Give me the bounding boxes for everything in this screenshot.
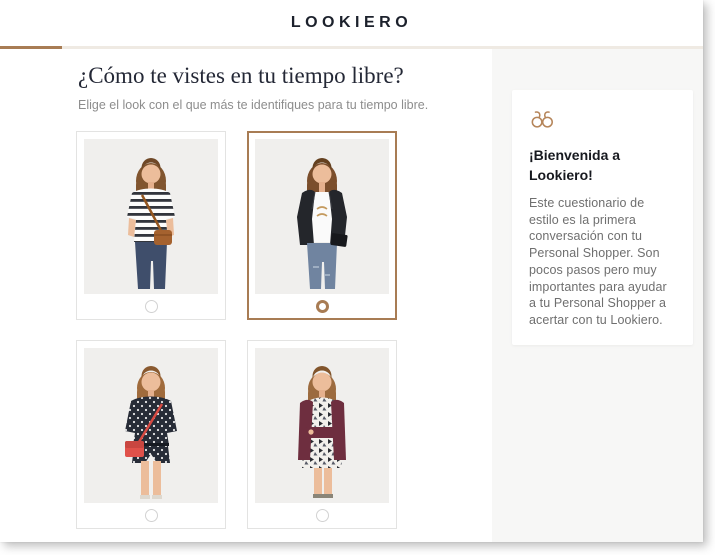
- look-photo-polka-romper: [84, 348, 218, 503]
- radio-row: [315, 294, 329, 318]
- page-subtitle: Elige el look con el que más te identifi…: [78, 98, 429, 112]
- page-title: ¿Cómo te vistes en tu tiempo libre?: [78, 63, 404, 88]
- radio-option-1[interactable]: [144, 300, 158, 313]
- look-photo-striped-tee: [84, 139, 218, 294]
- lookiero-logo: LOOKIERO: [290, 14, 413, 31]
- radio-row: [315, 503, 329, 528]
- look-option-burgundy-cardigan[interactable]: [247, 340, 397, 529]
- info-sidebar: ¡Bienvenida a Lookiero! Este cuestionari…: [492, 49, 703, 542]
- look-photo-burgundy-cardigan: [255, 348, 389, 503]
- radio-option-2-selected[interactable]: [315, 299, 329, 313]
- radio-option-3[interactable]: [144, 509, 158, 522]
- header: LOOKIERO: [0, 0, 703, 46]
- look-option-leather-jacket[interactable]: [247, 131, 397, 320]
- look-options-grid: [76, 131, 492, 529]
- look-option-polka-romper[interactable]: [76, 340, 226, 529]
- welcome-body: Este cuestionario de estilo es la primer…: [529, 195, 667, 327]
- radio-row: [144, 503, 158, 528]
- look-photo-leather-jacket: [255, 139, 389, 294]
- question-panel: ¿Cómo te vistes en tu tiempo libre? Elig…: [0, 49, 492, 542]
- radio-option-4[interactable]: [315, 509, 329, 522]
- look-option-striped-tee[interactable]: [76, 131, 226, 320]
- radio-row: [144, 294, 158, 319]
- glasses-icon: [529, 108, 677, 134]
- app-window: LOOKIERO ¿Cómo te vistes en tu tiempo li…: [0, 0, 703, 542]
- welcome-card: ¡Bienvenida a Lookiero! Este cuestionari…: [512, 90, 693, 345]
- welcome-title: ¡Bienvenida a Lookiero!: [529, 147, 621, 183]
